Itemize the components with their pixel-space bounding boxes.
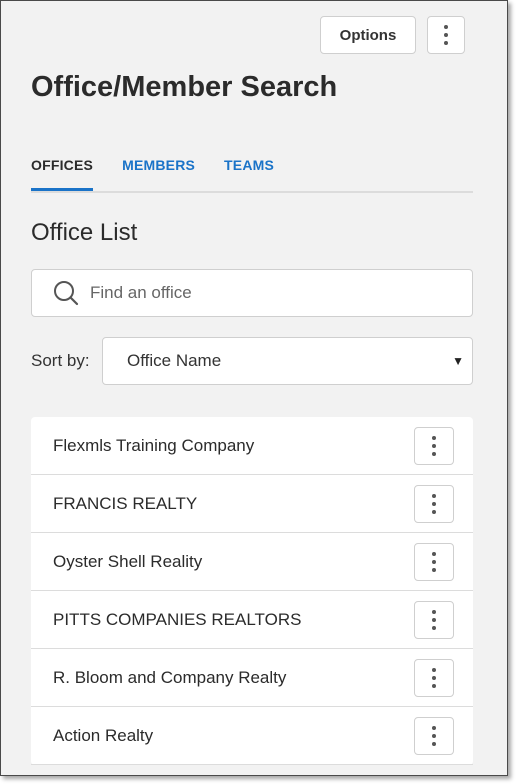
office-list: Flexmls Training Company FRANCIS REALTY … bbox=[31, 417, 473, 765]
row-more-button[interactable] bbox=[414, 484, 454, 523]
row-more-button[interactable] bbox=[414, 716, 454, 755]
sort-selected-value: Office Name bbox=[127, 351, 222, 370]
list-item[interactable]: FRANCIS REALTY bbox=[31, 475, 473, 533]
more-options-button[interactable] bbox=[427, 16, 465, 54]
row-more-button[interactable] bbox=[414, 658, 454, 697]
kebab-vertical-icon bbox=[432, 493, 436, 514]
row-more-button[interactable] bbox=[414, 542, 454, 581]
row-more-button[interactable] bbox=[414, 426, 454, 465]
list-item[interactable]: Action Realty bbox=[31, 707, 473, 765]
top-actions: Options bbox=[320, 16, 465, 54]
options-button[interactable]: Options bbox=[320, 16, 416, 54]
list-item[interactable]: PITTS COMPANIES REALTORS bbox=[31, 591, 473, 649]
kebab-vertical-icon bbox=[432, 551, 436, 572]
sort-label: Sort by: bbox=[31, 351, 90, 370]
office-name: Action Realty bbox=[53, 725, 154, 745]
office-name: Oyster Shell Reality bbox=[53, 551, 203, 571]
search-input[interactable] bbox=[90, 283, 472, 303]
kebab-vertical-icon bbox=[432, 609, 436, 630]
kebab-vertical-icon bbox=[432, 667, 436, 688]
section-title: Office List bbox=[31, 219, 138, 246]
kebab-vertical-icon bbox=[432, 435, 436, 456]
office-name: Flexmls Training Company bbox=[53, 435, 255, 455]
kebab-vertical-icon bbox=[432, 725, 436, 746]
sort-select[interactable]: Office Name ▼ bbox=[102, 337, 473, 385]
tab-bar: OFFICES MEMBERS TEAMS bbox=[31, 151, 473, 193]
tab-teams[interactable]: TEAMS bbox=[224, 151, 274, 189]
list-item[interactable]: R. Bloom and Company Realty bbox=[31, 649, 473, 707]
tab-offices[interactable]: OFFICES bbox=[31, 151, 94, 191]
caret-down-icon: ▼ bbox=[452, 354, 464, 368]
search-box[interactable] bbox=[31, 269, 473, 317]
page-title: Office/Member Search bbox=[31, 71, 338, 103]
app-frame: Options Office/Member Search OFFICES MEM… bbox=[0, 0, 508, 776]
office-name: R. Bloom and Company Realty bbox=[53, 667, 287, 687]
row-more-button[interactable] bbox=[414, 600, 454, 639]
tab-members[interactable]: MEMBERS bbox=[122, 151, 195, 189]
office-name: PITTS COMPANIES REALTORS bbox=[53, 609, 302, 629]
office-name: FRANCIS REALTY bbox=[53, 493, 198, 513]
list-item[interactable]: Flexmls Training Company bbox=[31, 417, 473, 475]
search-icon bbox=[54, 281, 79, 306]
list-item[interactable]: Oyster Shell Reality bbox=[31, 533, 473, 591]
kebab-vertical-icon bbox=[444, 25, 448, 45]
